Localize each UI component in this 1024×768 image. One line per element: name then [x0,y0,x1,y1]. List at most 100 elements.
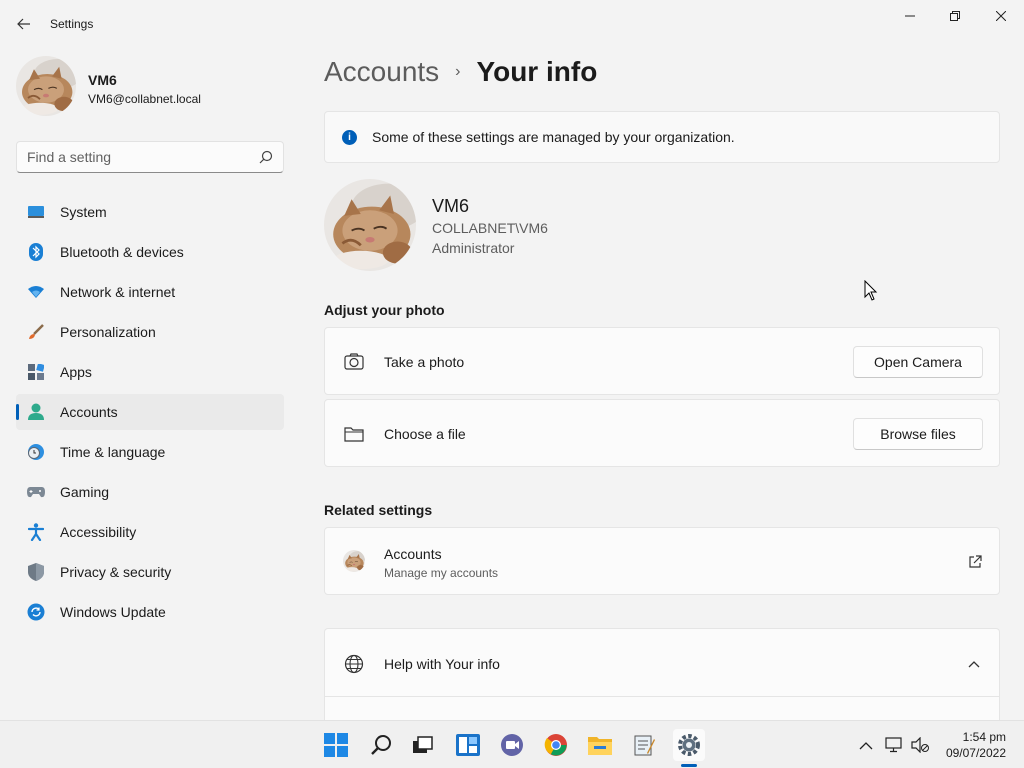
section-title-adjust-photo: Adjust your photo [324,302,445,318]
profile-name: VM6 [88,72,117,88]
speaker-muted-icon [911,737,929,753]
sidebar-item-accounts[interactable]: Accounts [16,394,284,430]
open-camera-button[interactable]: Open Camera [853,346,983,378]
bluetooth-icon [27,243,45,261]
sidebar-item-network[interactable]: Network & internet [16,274,284,310]
sidebar-item-gaming[interactable]: Gaming [16,474,284,510]
page-title: Your info [476,56,598,87]
sidebar-item-personalization[interactable]: Personalization [16,314,284,350]
search-icon[interactable] [259,150,273,164]
sidebar-item-label: System [60,204,107,220]
take-photo-label: Take a photo [384,354,465,370]
user-name: VM6 [432,196,470,216]
sidebar: VM6 VM6@collabnet.local System Bluetooth… [0,48,300,720]
sidebar-item-label: Windows Update [60,604,166,620]
sidebar-item-bluetooth[interactable]: Bluetooth & devices [16,234,284,270]
taskbar-search-button[interactable] [365,729,397,761]
notepad-icon [634,735,655,756]
folder-icon [343,423,365,445]
related-accounts-sublabel: Manage my accounts [384,566,499,580]
user-role: Administrator [432,240,515,256]
teams-chat-icon [501,734,523,756]
back-arrow-icon [17,18,30,30]
divider [325,696,999,697]
section-title-related: Related settings [324,502,433,518]
clock-date: 09/07/2022 [945,746,1006,760]
taskbar: 1:54 pm 09/07/2022 [0,720,1024,768]
accounts-icon [27,403,45,421]
gamepad-icon [27,483,45,501]
sidebar-item-time-language[interactable]: Time & language [16,434,284,470]
sidebar-item-windows-update[interactable]: Windows Update [16,594,284,630]
chrome-button[interactable] [540,729,572,761]
minimize-button[interactable] [887,0,933,32]
sidebar-item-privacy[interactable]: Privacy & security [16,554,284,590]
breadcrumb: Accounts › Your info [324,56,597,88]
file-explorer-icon [588,737,612,755]
sidebar-item-label: Accessibility [60,524,137,540]
info-text: Some of these settings are managed by yo… [372,129,735,145]
widgets-icon [456,734,480,756]
file-explorer-button[interactable] [584,729,616,761]
choose-file-label: Choose a file [384,426,466,442]
system-icon [27,203,45,221]
avatar [16,56,76,116]
globe-icon [343,653,365,675]
chevron-up-icon[interactable] [967,659,981,669]
back-button[interactable] [12,10,36,38]
user-summary: VM6 COLLABNET\VM6 Administrator [324,179,1000,271]
brush-icon [27,323,45,341]
profile-card[interactable]: VM6 VM6@collabnet.local [16,56,201,116]
breadcrumb-parent[interactable]: Accounts [324,56,439,88]
volume-button[interactable] [910,735,930,755]
sidebar-item-label: Privacy & security [60,564,172,580]
breadcrumb-chevron-icon: › [455,63,461,80]
wifi-icon [27,283,45,301]
sidebar-item-system[interactable]: System [16,194,284,230]
related-accounts-link[interactable]: Accounts Manage my accounts [324,527,1000,595]
search-box[interactable] [16,141,284,173]
notepad-button[interactable] [628,729,660,761]
start-button[interactable] [320,729,352,761]
close-button[interactable] [978,0,1024,32]
network-icon [885,737,902,753]
restore-icon [950,11,960,21]
sidebar-item-label: Network & internet [60,284,176,300]
start-icon [324,733,348,757]
search-input[interactable] [17,142,247,172]
restore-button[interactable] [932,0,978,32]
help-label: Help with Your info [384,656,500,672]
sidebar-item-apps[interactable]: Apps [16,354,284,390]
update-icon [27,603,45,621]
task-view-button[interactable] [407,729,439,761]
sidebar-item-label: Apps [60,364,92,380]
browse-files-button[interactable]: Browse files [853,418,983,450]
show-hidden-icons-button[interactable] [856,735,876,755]
sidebar-item-label: Gaming [60,484,110,500]
sidebar-item-label: Bluetooth & devices [60,244,184,260]
accessibility-icon [27,523,45,541]
teams-chat-button[interactable] [496,729,528,761]
widgets-button[interactable] [452,729,484,761]
active-app-indicator [681,764,697,767]
sidebar-item-accessibility[interactable]: Accessibility [16,514,284,550]
take-photo-card: Take a photo Open Camera [324,327,1000,395]
camera-icon [343,351,365,373]
settings-taskbar-button[interactable] [673,729,705,761]
apps-icon [27,363,45,381]
system-clock[interactable]: 1:54 pm 09/07/2022 [946,729,1006,761]
nav-list: System Bluetooth & devices Network & int… [16,194,284,634]
close-icon [996,11,1006,21]
settings-icon [678,734,700,756]
network-status-button[interactable] [884,735,904,755]
account-avatar-icon [343,550,365,572]
search-icon [371,735,391,755]
info-icon: i [342,129,357,145]
help-expander[interactable]: Help with Your info [324,628,1000,720]
minimize-icon [905,15,915,17]
choose-file-card: Choose a file Browse files [324,399,1000,467]
external-link-icon [969,555,982,568]
user-domain: COLLABNET\VM6 [432,220,548,236]
clock-globe-icon [27,443,45,461]
avatar [324,179,416,271]
